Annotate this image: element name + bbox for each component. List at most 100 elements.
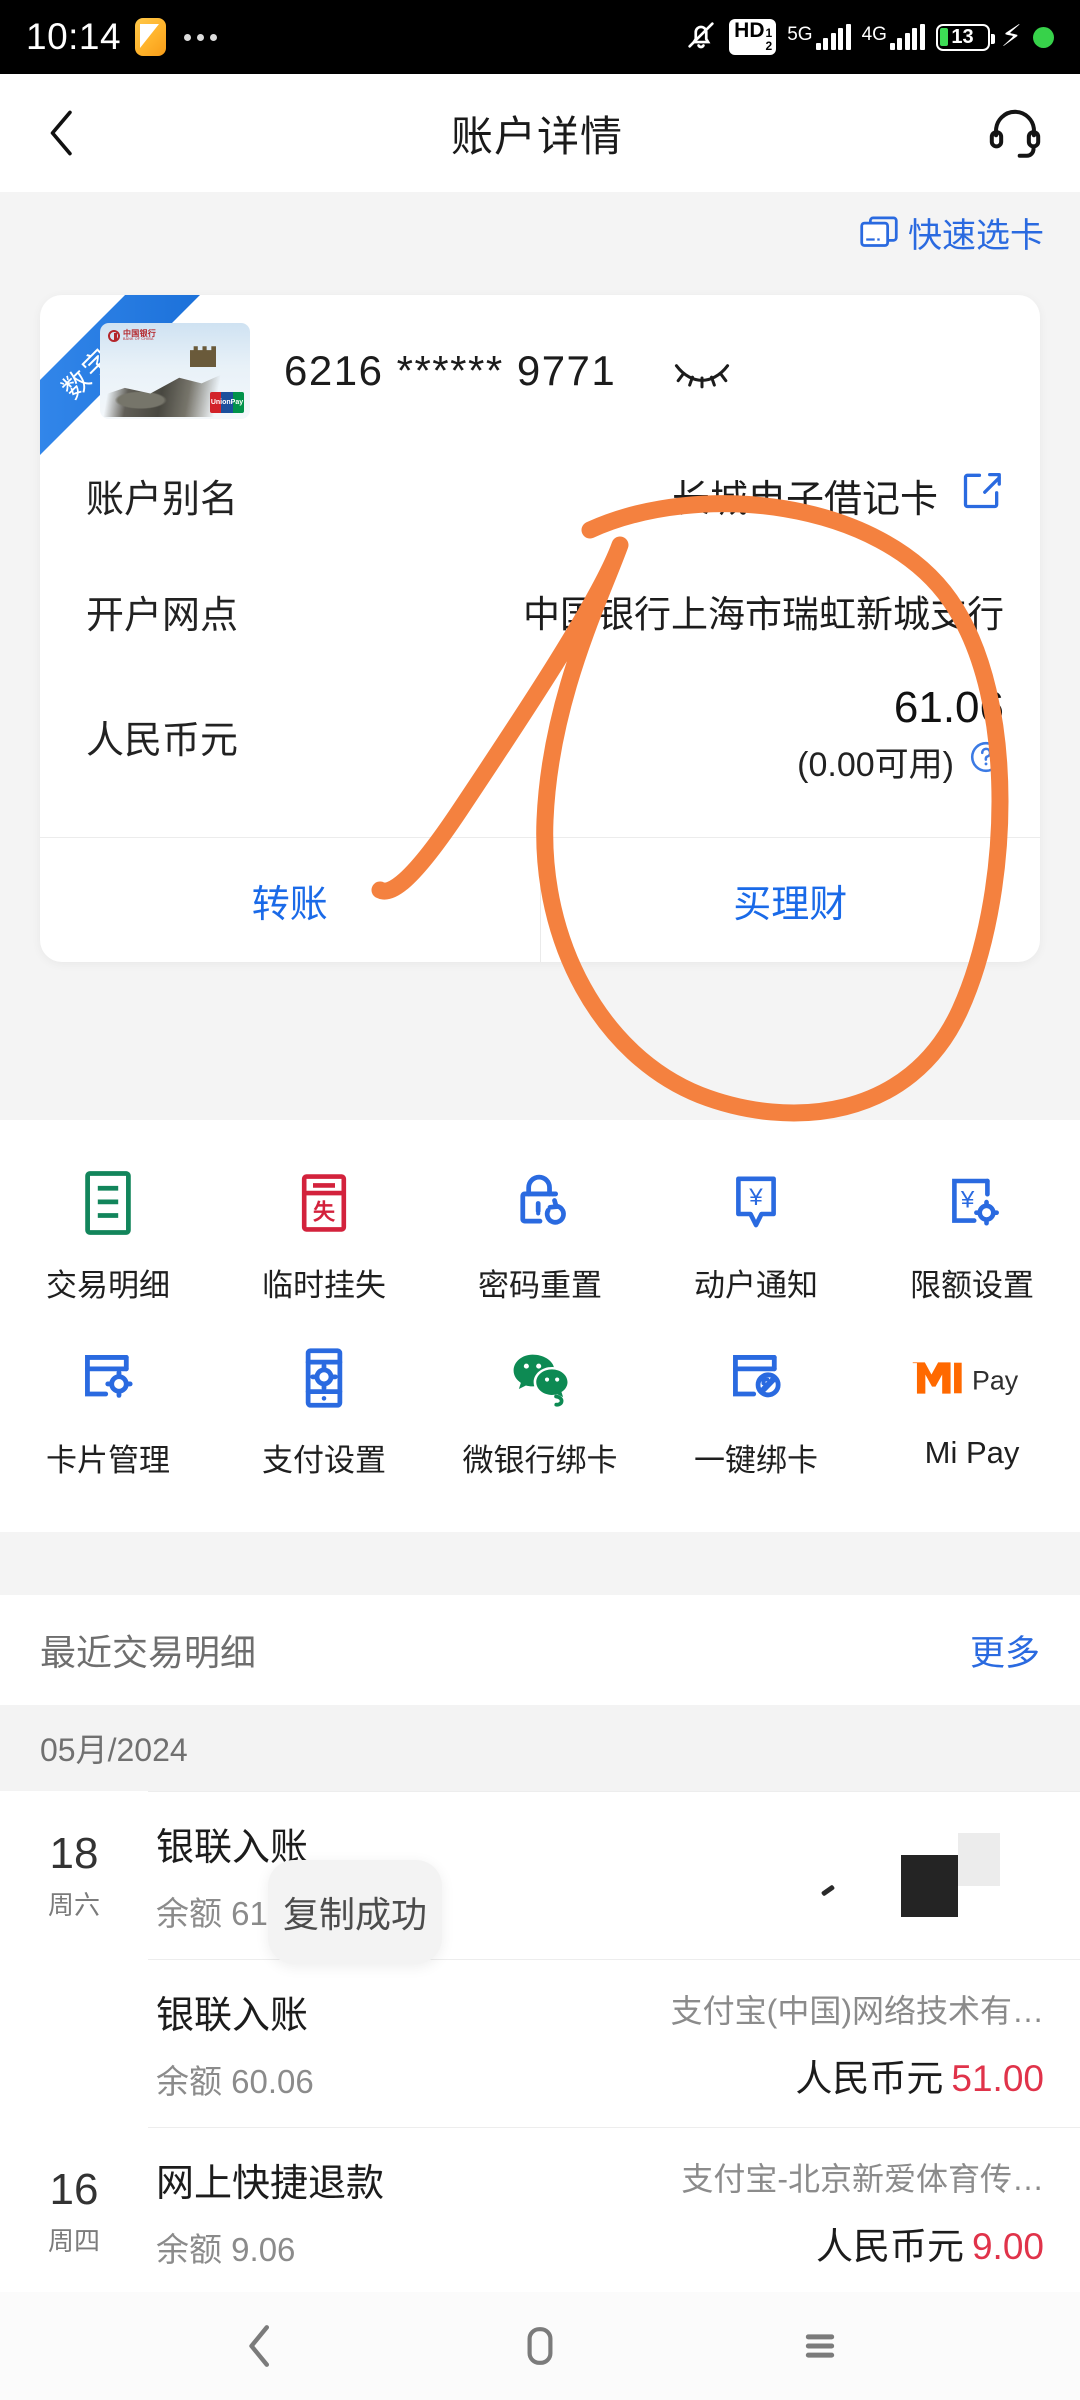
month-label: 05月/2024: [40, 1732, 188, 1768]
unionpay-label: UnionPay: [210, 399, 244, 406]
month-group-header: 05月/2024: [0, 1705, 1080, 1791]
notification-overflow-dots: [184, 33, 218, 41]
transaction-name: 银联入账: [156, 1995, 309, 2037]
svg-text:¥: ¥: [748, 1184, 763, 1211]
bolt-icon: ⚡: [1000, 20, 1022, 53]
quick-card-select[interactable]: 快速选卡: [0, 208, 1080, 257]
function-one-click-bind-card[interactable]: 一键绑卡: [648, 1323, 864, 1498]
status-bar-left: 10:14: [26, 16, 218, 58]
branch-value: 中国银行上海市瑞虹新城支行: [523, 594, 1004, 635]
status-bar-right: HD 1 2 5G 4G 13 ⚡: [684, 18, 1054, 57]
recent-transactions-header: 最近交易明细 更多: [0, 1595, 1080, 1705]
card-management-icon: [71, 1341, 145, 1415]
function-payment-settings[interactable]: 支付设置: [216, 1323, 432, 1498]
recent-transactions-more-link[interactable]: 更多: [970, 1625, 1040, 1676]
status-bar: 10:14 HD 1 2 5G 4G 13 ⚡: [0, 0, 1080, 74]
function-label: 卡片管理: [46, 1443, 170, 1478]
redaction-block: [901, 1855, 958, 1917]
wechat-bind-card-icon: [503, 1341, 577, 1415]
battery-icon: 13: [935, 23, 995, 51]
branch-label: 开户网点: [86, 594, 239, 637]
function-wechat-bind-card[interactable]: 微银行绑卡: [432, 1323, 648, 1498]
battery-percent: 13: [951, 26, 974, 48]
signal-4g: 4G: [862, 24, 925, 50]
note-icon: [135, 18, 167, 56]
back-chevron-icon[interactable]: [34, 105, 90, 161]
transaction-currency: 人民币元: [815, 2225, 964, 2267]
function-limit-settings[interactable]: ¥ 限额设置: [864, 1148, 1080, 1323]
function-label: 密码重置: [478, 1268, 602, 1303]
function-account-alert[interactable]: ¥ 动户通知: [648, 1148, 864, 1323]
app-screen: 10:14 HD 1 2 5G 4G 13 ⚡ 账户详情 快速选卡 数字卡 中国…: [0, 0, 1080, 2400]
transaction-amount: 人民币元 9.00: [816, 2216, 1044, 2270]
function-label: 支付设置: [262, 1443, 386, 1478]
transaction-currency: 人民币元: [795, 2057, 944, 2099]
function-label: 限额设置: [910, 1268, 1034, 1303]
function-card-management[interactable]: 卡片管理: [0, 1323, 216, 1498]
svg-text:Pay: Pay: [972, 1365, 1019, 1395]
boc-great-wall-card-icon: 中国银行 BANK OF CHINA UnionPay: [100, 323, 250, 419]
android-nav-bar: [0, 2292, 1080, 2400]
function-password-reset[interactable]: 密码重置: [432, 1148, 648, 1323]
transaction-amount-value: 51.00: [951, 2057, 1044, 2099]
network-label-2: 4G: [861, 24, 887, 45]
network-label-1: 5G: [787, 24, 813, 45]
card-actions: 转账 买理财: [40, 838, 1040, 962]
card-stack-icon: [858, 211, 900, 254]
function-grid: 交易明细 失 临时挂失 密码重置 ¥ 动户通知 ¥ 限额设置 卡片管理 支付设置…: [0, 1120, 1080, 1532]
nav-home-icon[interactable]: [495, 2311, 585, 2381]
copy-success-toast: 复制成功: [268, 1860, 442, 1964]
redaction-block-light: [958, 1833, 1000, 1886]
function-mi-pay[interactable]: Pay Mi Pay: [864, 1323, 1080, 1498]
bank-logo-en: BANK OF CHINA: [123, 337, 154, 342]
edit-pencil-icon[interactable]: [960, 468, 1004, 522]
limit-settings-icon: ¥: [935, 1166, 1009, 1240]
payment-settings-icon: [287, 1341, 361, 1415]
buy-wealth-button[interactable]: 买理财: [539, 838, 1041, 962]
transaction-weekday: 周四: [47, 2225, 100, 2256]
page-title: 账户详情: [450, 112, 623, 160]
transaction-day: 16: [49, 2164, 99, 2214]
transaction-balance: 余额 60.06: [156, 2063, 314, 2100]
question-circle-icon[interactable]: [968, 739, 1004, 784]
nav-back-icon[interactable]: [215, 2311, 305, 2381]
balance-label: 人民币元: [86, 720, 239, 762]
function-label: 微银行绑卡: [462, 1443, 618, 1478]
table-row[interactable]: 银联入账 余额 60.06 支付宝(中国)网络技术有… 人民币元 51.00: [0, 1959, 1080, 2127]
svg-text:失: 失: [313, 1200, 336, 1225]
temporary-loss-report-icon: 失: [287, 1166, 361, 1240]
headset-icon[interactable]: [984, 102, 1046, 164]
function-grid-row-2: 卡片管理 支付设置 微银行绑卡 一键绑卡 Pay Mi Pay: [0, 1323, 1080, 1498]
transaction-balance: 余额 9.06: [156, 2231, 296, 2268]
transaction-amount: [1036, 1863, 1044, 1905]
nav-recents-icon[interactable]: [775, 2311, 865, 2381]
card-number: 6216 ****** 9771: [284, 347, 617, 394]
function-temporary-loss-report[interactable]: 失 临时挂失: [216, 1148, 432, 1323]
mi-pay-icon: Pay: [907, 1341, 1037, 1415]
hd-voice-icon: HD 1 2: [729, 19, 777, 55]
green-dot-icon: [1033, 26, 1054, 48]
transfer-button[interactable]: 转账: [40, 838, 540, 962]
recent-transactions-title: 最近交易明细: [40, 1632, 257, 1673]
transaction-date: 18 周六: [0, 1791, 148, 1959]
function-grid-row-1: 交易明细 失 临时挂失 密码重置 ¥ 动户通知 ¥ 限额设置: [0, 1148, 1080, 1323]
account-alert-icon: ¥: [719, 1166, 793, 1240]
hd-label: HD: [734, 19, 765, 43]
branch-row: 开户网点 中国银行上海市瑞虹新城支行: [40, 553, 1040, 669]
eye-closed-icon[interactable]: [672, 353, 732, 389]
transaction-payee: 支付宝(中国)网络技术有…: [670, 1992, 1044, 2029]
toast-message: 复制成功: [282, 1894, 427, 1935]
balance-amount: 61.06: [893, 683, 1004, 732]
password-reset-lock-icon: [503, 1166, 577, 1240]
card-header: 中国银行 BANK OF CHINA UnionPay 6216 ****** …: [40, 295, 1040, 437]
transaction-weekday: 周六: [47, 1889, 100, 1920]
transaction-day: 18: [49, 1828, 99, 1878]
function-transaction-detail[interactable]: 交易明细: [0, 1148, 216, 1323]
quick-card-select-label: 快速选卡: [908, 217, 1044, 255]
account-alias-row: 账户别名 长城电子借记卡: [40, 437, 1040, 553]
function-label: 动户通知: [694, 1268, 818, 1303]
hd-sub: 2: [765, 39, 773, 53]
account-card: 数字卡 中国银行 BANK OF CHINA UnionPay 6216 ***…: [40, 295, 1040, 962]
table-row[interactable]: 16 周四 网上快捷退款 余额 9.06 支付宝-北京新爱体育传… 人民币元 9.…: [0, 2127, 1080, 2295]
transaction-amount-value: 9.00: [971, 2225, 1044, 2267]
